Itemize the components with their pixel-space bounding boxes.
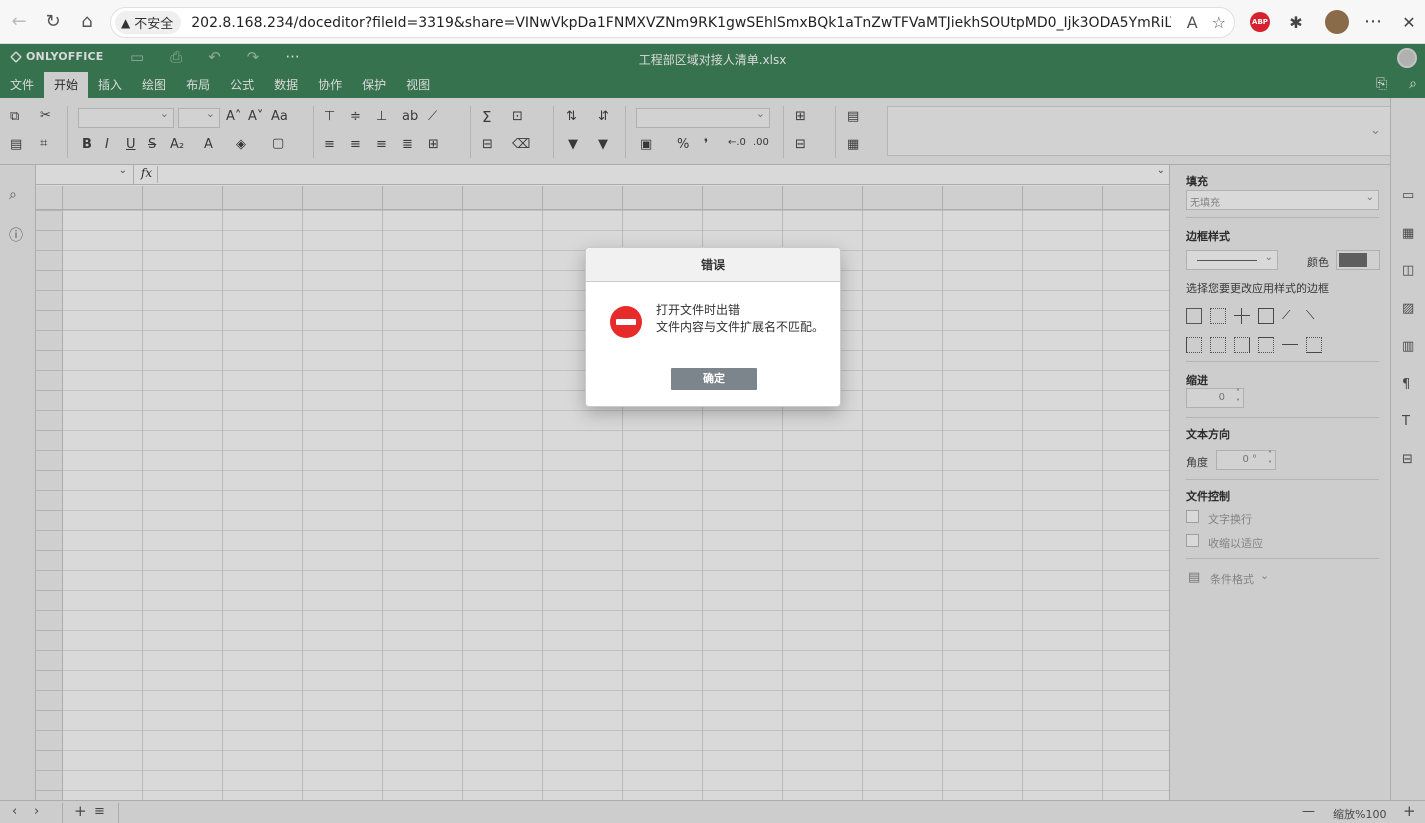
back-icon[interactable]: ← bbox=[4, 7, 34, 37]
error-message-title: 打开文件时出错 bbox=[656, 303, 741, 317]
error-message-detail: 文件内容与文件扩展名不匹配。 bbox=[656, 320, 825, 334]
extensions-icon[interactable]: ✱ bbox=[1285, 11, 1307, 33]
modal-overlay bbox=[0, 44, 1425, 823]
insecure-label: 不安全 bbox=[134, 17, 174, 32]
error-dialog: 错误 打开文件时出错 文件内容与文件扩展名不匹配。 确定 bbox=[585, 247, 841, 407]
favorite-star-icon[interactable]: ☆ bbox=[1212, 13, 1226, 32]
url-text[interactable]: 202.8.168.234/doceditor?fileId=3319&shar… bbox=[191, 15, 1171, 31]
adblock-extension-icon[interactable]: ABP bbox=[1250, 12, 1270, 32]
dialog-title: 错误 bbox=[586, 248, 840, 282]
home-icon[interactable]: ⌂ bbox=[72, 7, 102, 37]
reload-icon[interactable]: ↻ bbox=[38, 7, 68, 37]
error-icon bbox=[610, 306, 642, 338]
profile-avatar[interactable] bbox=[1325, 10, 1349, 34]
security-indicator[interactable]: ▲ 不安全 bbox=[115, 11, 182, 34]
ok-button[interactable]: 确定 bbox=[671, 368, 757, 390]
browser-toolbar: ← ↻ ⌂ ▲ 不安全 202.8.168.234/doceditor?file… bbox=[0, 0, 1425, 44]
read-aloud-icon[interactable]: A bbox=[1187, 13, 1198, 32]
browser-menu-icon[interactable]: ⋯ bbox=[1362, 10, 1384, 32]
warning-icon: ▲ bbox=[121, 15, 131, 30]
address-bar[interactable]: ▲ 不安全 202.8.168.234/doceditor?fileId=331… bbox=[110, 7, 1235, 38]
close-icon[interactable]: ✕ bbox=[1398, 11, 1420, 33]
